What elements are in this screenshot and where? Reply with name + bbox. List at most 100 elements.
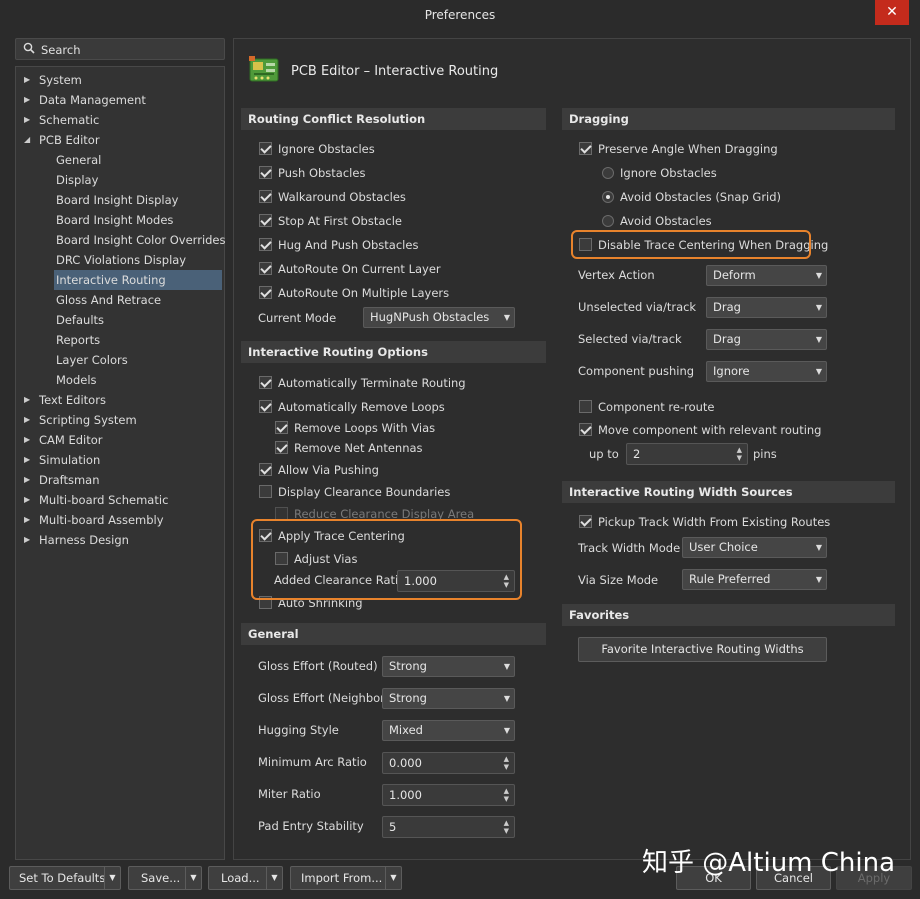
general-gloss-effort-routed-dropdown[interactable]: Strong ▼	[382, 656, 515, 677]
save-label: Save...	[141, 871, 181, 885]
avoid-obstacles-radio[interactable]: Avoid Obstacles	[602, 212, 712, 230]
tree-item-drc-violations-display[interactable]: DRC Violations Display	[56, 250, 186, 270]
chevron-right-icon[interactable]: ▶	[24, 410, 34, 430]
tree-item-label: Display	[56, 173, 99, 187]
dragging-unselected-via-track-dropdown[interactable]: Drag ▼	[706, 297, 827, 318]
preserve-angle-checkbox[interactable]: Preserve Angle When Dragging	[579, 140, 778, 158]
window-title: Preferences	[424, 8, 496, 22]
up-to-stepper[interactable]: 2 ▲ ▼	[626, 443, 748, 465]
tree-item-data-management[interactable]: ▶ Data Management	[24, 90, 146, 110]
general-row-value: 1.000	[389, 788, 422, 802]
conflict-walkaround-obstacles-checkbox[interactable]: Walkaround Obstacles	[259, 188, 406, 206]
allow-via-pushing-checkbox[interactable]: Allow Via Pushing	[259, 461, 379, 479]
tree-item-models[interactable]: Models	[56, 370, 97, 390]
chevron-right-icon[interactable]: ▶	[24, 390, 34, 410]
conflict-stop-at-first-obstacle-checkbox[interactable]: Stop At First Obstacle	[259, 212, 402, 230]
ignore-obstacles-radio[interactable]: Ignore Obstacles	[602, 164, 717, 182]
tree-item-board-insight-modes[interactable]: Board Insight Modes	[56, 210, 173, 230]
move-component-checkbox[interactable]: Move component with relevant routing	[579, 421, 821, 439]
tree-item-pcb-editor[interactable]: ◢ PCB Editor	[24, 130, 100, 150]
chevron-right-icon[interactable]: ▶	[24, 530, 34, 550]
set-to-defaults-button[interactable]: Set To Defaults ▼	[9, 866, 121, 890]
tree-item-layer-colors[interactable]: Layer Colors	[56, 350, 128, 370]
tree-item-simulation[interactable]: ▶ Simulation	[24, 450, 100, 470]
tree-item-display[interactable]: Display	[56, 170, 98, 190]
chevron-right-icon[interactable]: ▶	[24, 450, 34, 470]
tree-item-multi-board-assembly[interactable]: ▶ Multi-board Assembly	[24, 510, 164, 530]
tree-item-multi-board-schematic[interactable]: ▶ Multi-board Schematic	[24, 490, 168, 510]
display-clearance-checkbox[interactable]: Display Clearance Boundaries	[259, 483, 450, 501]
tree-item-label: Multi-board Assembly	[39, 513, 164, 527]
checkbox-box	[259, 190, 272, 203]
chevron-right-icon[interactable]: ▶	[24, 70, 34, 90]
conflict-hug-and-push-obstacles-checkbox[interactable]: Hug And Push Obstacles	[259, 236, 418, 254]
close-button[interactable]: ✕	[875, 0, 909, 25]
conflict-ignore-obstacles-checkbox[interactable]: Ignore Obstacles	[259, 140, 375, 158]
dragging-vertex-action-dropdown[interactable]: Deform ▼	[706, 265, 827, 286]
tree-item-interactive-routing[interactable]: Interactive Routing	[54, 270, 222, 290]
checkbox-label: Ignore Obstacles	[278, 142, 375, 156]
general-pad-entry-stability-stepper[interactable]: 5 ▲ ▼	[382, 816, 515, 838]
tree-item-reports[interactable]: Reports	[56, 330, 100, 350]
tree-item-board-insight-display[interactable]: Board Insight Display	[56, 190, 178, 210]
checkbox-label: Remove Net Antennas	[294, 441, 423, 455]
tree-item-scripting-system[interactable]: ▶ Scripting System	[24, 410, 137, 430]
chevron-right-icon[interactable]: ▶	[24, 110, 34, 130]
tree-item-harness-design[interactable]: ▶ Harness Design	[24, 530, 129, 550]
chevron-down-icon: ▼	[503, 313, 510, 322]
checkbox-box	[259, 214, 272, 227]
remove-net-antennas-checkbox[interactable]: Remove Net Antennas	[275, 439, 423, 457]
general-gloss-effort-neighbor-dropdown[interactable]: Strong ▼	[382, 688, 515, 709]
load-button[interactable]: Load... ▼	[208, 866, 283, 890]
auto-remove-loops-checkbox[interactable]: Automatically Remove Loops	[259, 398, 445, 416]
chevron-right-icon[interactable]: ▶	[24, 510, 34, 530]
conflict-autoroute-on-current-layer-checkbox[interactable]: AutoRoute On Current Layer	[259, 260, 441, 278]
tree-item-defaults[interactable]: Defaults	[56, 310, 104, 330]
via-size-mode-dropdown[interactable]: Rule Preferred ▼	[682, 569, 827, 590]
general-minimum-arc-ratio-stepper[interactable]: 0.000 ▲ ▼	[382, 752, 515, 774]
dragging-row-value: Ignore	[713, 364, 750, 378]
chevron-right-icon[interactable]: ▶	[24, 90, 34, 110]
tree-item-gloss-and-retrace[interactable]: Gloss And Retrace	[56, 290, 161, 310]
chevron-right-icon[interactable]: ▶	[24, 430, 34, 450]
tree-item-system[interactable]: ▶ System	[24, 70, 82, 90]
general-row-label: Miter Ratio	[258, 787, 321, 801]
tree-item-label: Board Insight Color Overrides	[56, 233, 226, 247]
chevron-right-icon[interactable]: ▶	[24, 490, 34, 510]
radio-label: Avoid Obstacles	[620, 214, 712, 228]
conflict-push-obstacles-checkbox[interactable]: Push Obstacles	[259, 164, 365, 182]
general-hugging-style-dropdown[interactable]: Mixed ▼	[382, 720, 515, 741]
tree-item-schematic[interactable]: ▶ Schematic	[24, 110, 99, 130]
chevron-down-icon[interactable]: ▼	[385, 867, 401, 889]
conflict-autoroute-on-multiple-layers-checkbox[interactable]: AutoRoute On Multiple Layers	[259, 284, 449, 302]
pickup-track-width-checkbox[interactable]: Pickup Track Width From Existing Routes	[579, 513, 830, 531]
chevron-right-icon[interactable]: ▶	[24, 470, 34, 490]
checkbox-box	[275, 421, 288, 434]
chevron-down-icon[interactable]: ▼	[185, 867, 201, 889]
component-reroute-checkbox[interactable]: Component re-route	[579, 398, 715, 416]
chevron-down-icon[interactable]: ▼	[104, 867, 120, 889]
chevron-down-icon: ▼	[503, 726, 510, 735]
current-mode-dropdown[interactable]: HugNPush Obstacles ▼	[363, 307, 515, 328]
dragging-selected-via-track-dropdown[interactable]: Drag ▼	[706, 329, 827, 350]
dragging-component-pushing-dropdown[interactable]: Ignore ▼	[706, 361, 827, 382]
tree-item-general[interactable]: General	[56, 150, 101, 170]
up-to-value: 2	[633, 447, 641, 461]
favorite-widths-button[interactable]: Favorite Interactive Routing Widths	[578, 637, 827, 662]
chevron-expanded-icon[interactable]: ◢	[24, 130, 34, 150]
tree-item-board-insight-color-overrides[interactable]: Board Insight Color Overrides	[56, 230, 226, 250]
remove-loops-vias-checkbox[interactable]: Remove Loops With Vias	[275, 419, 435, 437]
search-input[interactable]: Search	[15, 38, 225, 60]
tree-item-text-editors[interactable]: ▶ Text Editors	[24, 390, 106, 410]
chevron-down-icon[interactable]: ▼	[266, 867, 282, 889]
avoid-snap-radio[interactable]: Avoid Obstacles (Snap Grid)	[602, 188, 781, 206]
tree-item-draftsman[interactable]: ▶ Draftsman	[24, 470, 100, 490]
import-from-button[interactable]: Import From... ▼	[290, 866, 402, 890]
save-button[interactable]: Save... ▼	[128, 866, 202, 890]
general-miter-ratio-stepper[interactable]: 1.000 ▲ ▼	[382, 784, 515, 806]
auto-terminate-checkbox[interactable]: Automatically Terminate Routing	[259, 374, 466, 392]
checkbox-box	[259, 485, 272, 498]
tree-item-cam-editor[interactable]: ▶ CAM Editor	[24, 430, 103, 450]
track-width-mode-dropdown[interactable]: User Choice ▼	[682, 537, 827, 558]
dragging-row-value: Drag	[713, 332, 741, 346]
